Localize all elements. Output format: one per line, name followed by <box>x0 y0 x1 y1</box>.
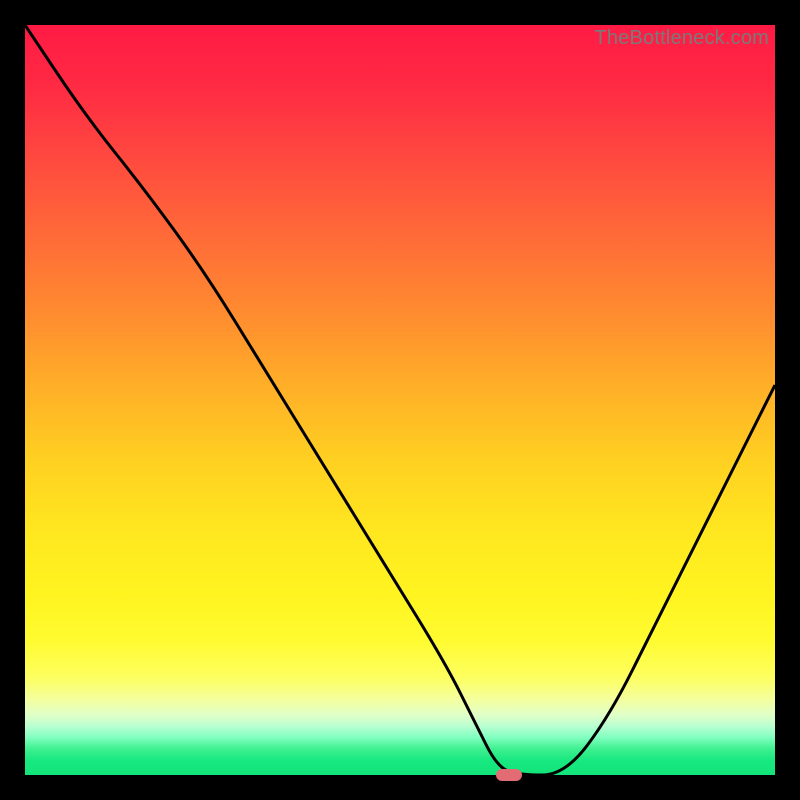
optimum-marker <box>496 769 522 781</box>
chart-container: TheBottleneck.com <box>0 0 800 800</box>
curve-path <box>25 25 775 775</box>
bottleneck-curve <box>25 25 775 775</box>
plot-area: TheBottleneck.com <box>25 25 775 775</box>
